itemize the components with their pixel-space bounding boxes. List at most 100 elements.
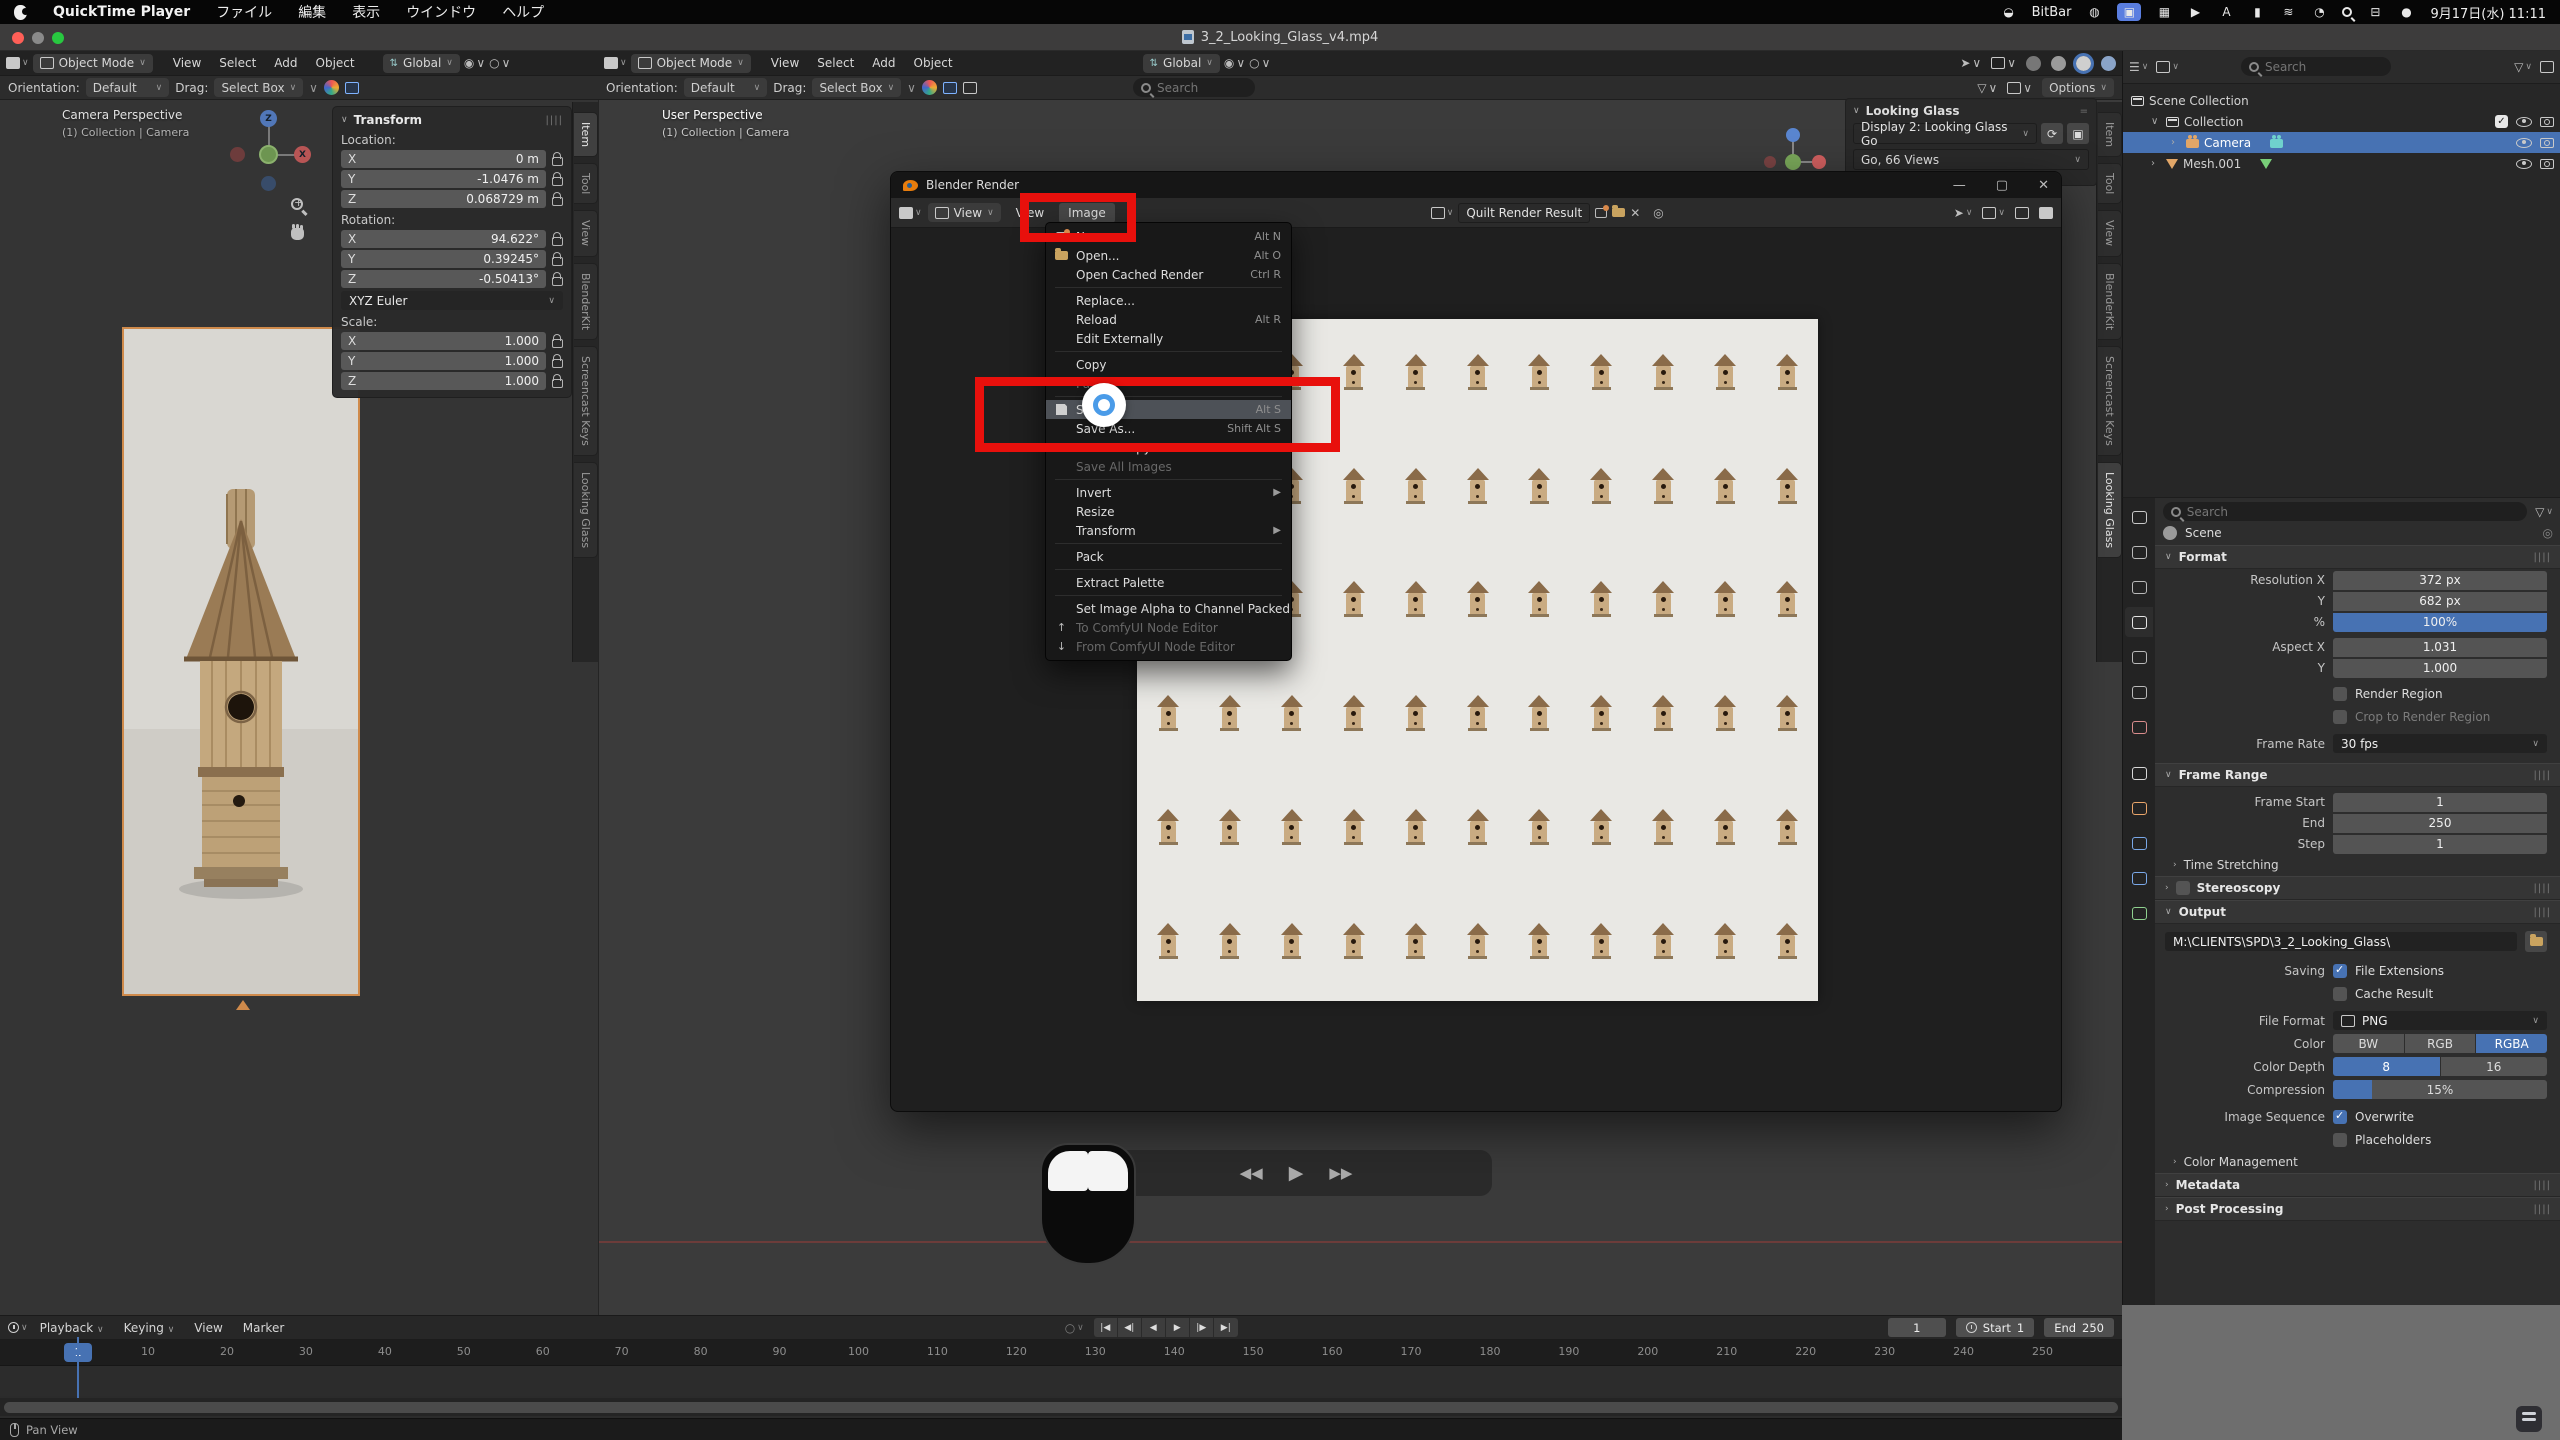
zoom-viewport-icon[interactable] xyxy=(285,192,309,216)
properties-tab-physics[interactable] xyxy=(2125,863,2153,893)
lock-icon[interactable] xyxy=(552,237,563,246)
jump-to-start-button[interactable]: |◀ xyxy=(1094,1318,1118,1337)
frame-step-field[interactable]: 1 xyxy=(2333,835,2547,854)
fast-forward-icon[interactable]: ▶▶ xyxy=(1329,1164,1352,1182)
properties-search[interactable] xyxy=(2163,502,2527,521)
minimize-window-button[interactable] xyxy=(32,32,44,44)
properties-tab-collection[interactable] xyxy=(2125,758,2153,788)
xray-toggle-icon[interactable] xyxy=(963,82,977,94)
orientation-dropdown[interactable]: Default∨ xyxy=(684,78,767,97)
clock-icon[interactable]: ◔ xyxy=(2311,3,2327,21)
post-processing-panel-header[interactable]: ›Post Processing|||| xyxy=(2155,1197,2560,1221)
menu-object[interactable]: Object xyxy=(308,54,363,72)
gizmo-toggle-icon[interactable]: ∨ xyxy=(2007,81,2032,95)
gizmo-z-neg[interactable] xyxy=(261,176,276,191)
frame-range-panel-header[interactable]: ∨Frame Range|||| xyxy=(2155,763,2560,787)
menu-item-transform[interactable]: Transform▶ xyxy=(1046,521,1291,540)
aspect-x-field[interactable]: 1.031 xyxy=(2333,638,2547,657)
menubar-item[interactable]: ファイル xyxy=(216,2,272,22)
sidebar-tab-view[interactable]: View xyxy=(2098,210,2122,256)
mode-dropdown[interactable]: Object Mode∨ xyxy=(33,54,153,73)
editor-type-icon[interactable]: ∨ xyxy=(6,57,29,69)
outliner-search[interactable] xyxy=(2241,57,2391,76)
play-icon[interactable]: ▶ xyxy=(1289,1162,1304,1184)
sidebar-tab-view[interactable]: View xyxy=(574,210,598,256)
timeline-scrollbar[interactable] xyxy=(0,1398,2122,1416)
disable-in-renders-icon[interactable] xyxy=(2540,138,2554,148)
scale-x-field[interactable]: X1.000 xyxy=(341,332,546,350)
hide-in-viewport-icon[interactable] xyxy=(2516,117,2532,127)
play-button[interactable]: ▶ xyxy=(1166,1318,1190,1337)
droplet-icon[interactable]: ◒ xyxy=(2001,3,2017,21)
menu-view[interactable]: View xyxy=(763,54,807,72)
playback-menu[interactable]: Playback ∨ xyxy=(32,1319,112,1337)
editor-type-icon[interactable]: ∨ xyxy=(8,1322,28,1333)
display-channels-icon[interactable]: ∨ xyxy=(1982,207,2005,219)
menu-item-edit-externally[interactable]: Edit Externally xyxy=(1046,329,1291,348)
pin-icon[interactable]: ◎ xyxy=(2543,526,2553,540)
menu-item-copy[interactable]: Copy xyxy=(1046,355,1291,374)
format-panel-header[interactable]: ∨Format|||| xyxy=(2155,545,2560,569)
input-source-icon[interactable]: A xyxy=(2218,3,2234,21)
maximize-button[interactable]: ▢ xyxy=(1996,178,2008,193)
clipboard-icon[interactable]: ▣ xyxy=(2117,3,2141,21)
filter-image-icon[interactable]: ∨ xyxy=(2156,61,2179,73)
menu-item-set-image-alpha-to-channel-packed[interactable]: Set Image Alpha to Channel Packed xyxy=(1046,599,1291,618)
resolution-y-field[interactable]: 682 px xyxy=(2333,592,2547,611)
solid-shading-icon[interactable] xyxy=(2051,56,2066,71)
snap-icon[interactable]: ◉∨ xyxy=(464,56,485,70)
timeline-tracks[interactable] xyxy=(0,1366,2122,1396)
expand-icon[interactable]: ∨ xyxy=(2151,116,2161,127)
disable-in-renders-icon[interactable] xyxy=(2540,117,2554,127)
editor-type-icon[interactable]: ∨ xyxy=(899,207,922,219)
jump-to-end-button[interactable]: ▶| xyxy=(1214,1318,1238,1337)
gizmo-z-axis[interactable]: Z xyxy=(260,110,277,127)
menu-item-replace[interactable]: Replace... xyxy=(1046,291,1291,310)
overlay-toggle-icon[interactable] xyxy=(345,82,359,94)
menu-item-reload[interactable]: ReloadAlt R xyxy=(1046,310,1291,329)
search-icon[interactable] xyxy=(2342,7,2352,17)
outliner-row-collection[interactable]: ∨Collection✓ xyxy=(2123,111,2560,132)
apple-menu-icon[interactable] xyxy=(14,5,27,20)
camera-handle[interactable] xyxy=(236,1000,250,1010)
properties-editor-type-icon[interactable] xyxy=(2125,502,2153,532)
wireframe-shading-icon[interactable] xyxy=(2026,56,2041,71)
siri-icon[interactable]: ● xyxy=(2398,3,2414,21)
menu-item-invert[interactable]: Invert▶ xyxy=(1046,483,1291,502)
menu-select[interactable]: Select xyxy=(211,54,264,72)
sidebar-tab-item[interactable]: Item xyxy=(2098,112,2122,157)
rewind-icon[interactable]: ◀◀ xyxy=(1240,1164,1263,1182)
marker-menu[interactable]: Marker xyxy=(235,1319,292,1337)
wifi-icon[interactable]: ≋ xyxy=(2280,3,2296,21)
frame-end-field[interactable]: End250 xyxy=(2044,1318,2114,1337)
outliner-row-camera[interactable]: ›Camera xyxy=(2123,132,2560,153)
stereoscopy-panel-header[interactable]: ›Stereoscopy|||| xyxy=(2155,876,2560,900)
depth-16-button[interactable]: 16 xyxy=(2441,1057,2548,1076)
menu-item-open[interactable]: Open...Alt O xyxy=(1046,246,1291,265)
color-management-header[interactable]: ›Color Management xyxy=(2155,1151,2560,1173)
cache-result-checkbox[interactable] xyxy=(2333,987,2347,1001)
overwrite-checkbox[interactable] xyxy=(2333,1110,2347,1124)
gizmos-icon[interactable] xyxy=(2015,207,2029,219)
unlink-image-icon[interactable]: ✕ xyxy=(1630,206,1640,220)
gizmo-x-axis[interactable]: X xyxy=(294,146,311,163)
menu-item-pack[interactable]: Pack xyxy=(1046,547,1291,566)
rotation-y-field[interactable]: Y0.39245° xyxy=(341,250,546,268)
properties-tab-object-data[interactable] xyxy=(2125,898,2153,928)
file-extensions-checkbox[interactable] xyxy=(2333,964,2347,978)
outliner-row-scene-collection[interactable]: Scene Collection xyxy=(2123,90,2560,111)
properties-tab-view-layer[interactable] xyxy=(2125,642,2153,672)
keyboard-icon[interactable]: ▦ xyxy=(2156,3,2172,21)
sidebar-tab-screencast-keys[interactable]: Screencast Keys xyxy=(2098,346,2122,456)
proportional-edit-icon[interactable]: ○∨ xyxy=(1249,56,1270,70)
lock-icon[interactable] xyxy=(552,257,563,266)
overlay-toggle-icon[interactable] xyxy=(943,82,957,94)
view-mode-dropdown[interactable]: View∨ xyxy=(928,203,1001,222)
crop-region-checkbox[interactable] xyxy=(2333,710,2347,724)
pan-viewport-icon[interactable] xyxy=(285,222,309,246)
open-window-button[interactable]: ▣ xyxy=(2067,123,2089,144)
timeline-ruler[interactable]: 1 10203040506070809010011012013014015016… xyxy=(0,1340,2122,1366)
navigation-gizmo[interactable]: Z X xyxy=(230,108,310,188)
output-path-field[interactable]: M:\CLIENTS\SPD\3_2_Looking_Glass\ xyxy=(2165,932,2517,951)
new-image-icon[interactable] xyxy=(1595,208,1607,218)
